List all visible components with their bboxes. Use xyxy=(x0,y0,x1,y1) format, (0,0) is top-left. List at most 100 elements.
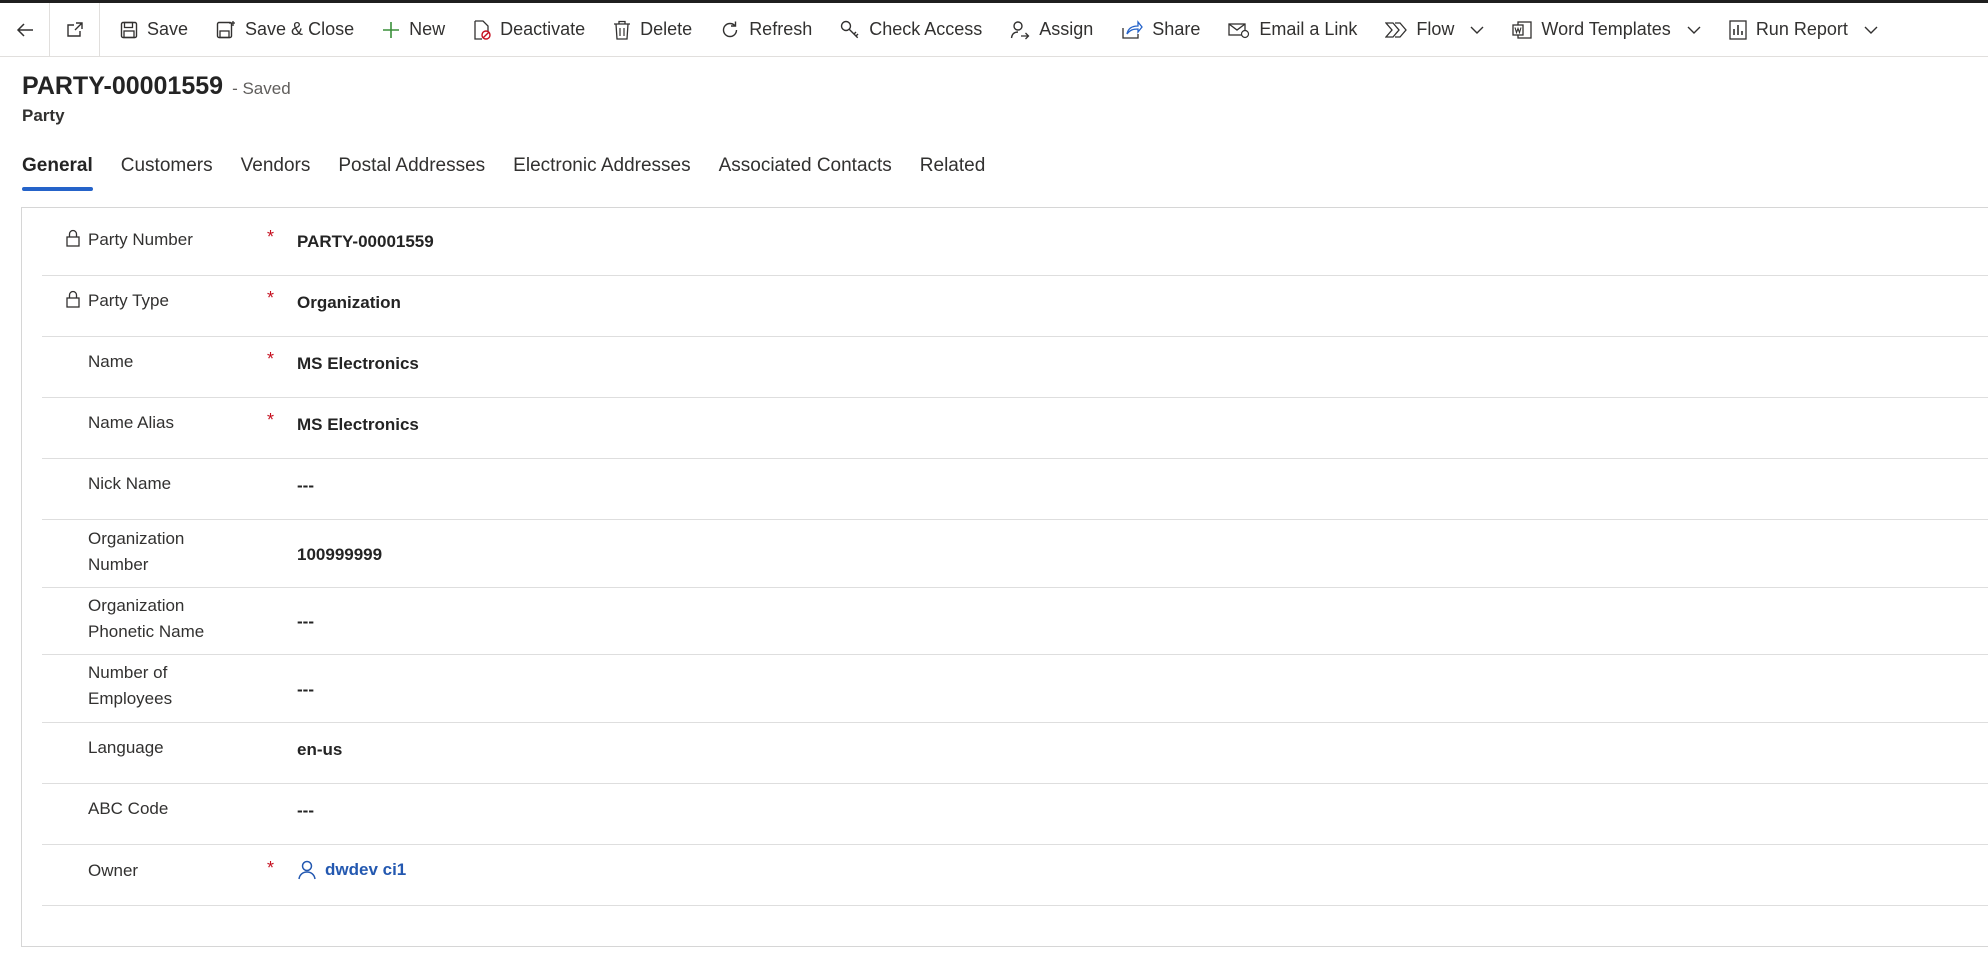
plus-icon xyxy=(383,21,400,38)
field-label: Party Number xyxy=(88,230,193,249)
share-label: Share xyxy=(1152,19,1201,39)
email-link-label: Email a Link xyxy=(1259,19,1358,39)
run-report-button[interactable]: Run Report xyxy=(1715,3,1892,56)
field-row-name-alias: Name Alias * MS Electronics xyxy=(42,398,1988,459)
required-indicator: * xyxy=(267,227,275,247)
number-of-employees-field[interactable]: --- xyxy=(297,680,314,700)
language-field[interactable]: en-us xyxy=(297,740,342,760)
share-icon xyxy=(1122,19,1144,39)
name-alias-field[interactable]: MS Electronics xyxy=(297,415,419,435)
field-label: Language xyxy=(88,738,164,757)
tab-customers[interactable]: Customers xyxy=(121,155,213,191)
save-button[interactable]: Save xyxy=(106,3,202,56)
tab-associated-contacts[interactable]: Associated Contacts xyxy=(719,155,892,191)
word-icon xyxy=(1512,20,1533,39)
deactivate-icon xyxy=(474,19,491,40)
popout-icon xyxy=(66,21,83,37)
page-title: PARTY-00001559 xyxy=(22,72,224,100)
assign-label: Assign xyxy=(1039,19,1094,39)
field-label: Owner xyxy=(88,861,139,880)
email-link-button[interactable]: Email a Link xyxy=(1214,3,1371,56)
party-number-field[interactable]: PARTY-00001559 xyxy=(297,232,434,252)
refresh-icon xyxy=(722,21,738,37)
field-label: Name Alias xyxy=(88,413,174,432)
assign-user-icon xyxy=(1011,20,1030,39)
required-indicator: * xyxy=(267,410,275,430)
record-header: PARTY-00001559 - Saved Party xyxy=(22,72,291,126)
tab-related[interactable]: Related xyxy=(920,155,986,191)
trash-icon xyxy=(614,20,631,40)
field-label: Nick Name xyxy=(88,474,172,493)
refresh-button[interactable]: Refresh xyxy=(706,3,826,56)
tab-vendors[interactable]: Vendors xyxy=(241,155,311,191)
new-label: New xyxy=(409,19,446,39)
lock-icon xyxy=(66,290,80,308)
chevron-down-icon[interactable] xyxy=(1687,25,1701,35)
share-button[interactable]: Share xyxy=(1107,3,1214,56)
save-icon xyxy=(120,21,138,38)
field-row-name: Name * MS Electronics xyxy=(42,337,1988,398)
required-indicator: * xyxy=(267,288,275,308)
field-label: Name xyxy=(88,352,134,371)
word-templates-button[interactable]: Word Templates xyxy=(1498,3,1714,56)
field-row-party-number: Party Number * PARTY-00001559 xyxy=(42,208,1988,276)
tab-general[interactable]: General xyxy=(22,155,93,191)
party-type-field[interactable]: Organization xyxy=(297,293,401,313)
check-access-label: Check Access xyxy=(869,19,983,39)
save-status: - Saved xyxy=(232,79,291,98)
field-row-nick-name: Nick Name --- xyxy=(42,459,1988,520)
field-row-party-type: Party Type * Organization xyxy=(42,276,1988,337)
delete-button[interactable]: Delete xyxy=(599,3,706,56)
tab-electronic-addresses[interactable]: Electronic Addresses xyxy=(513,155,690,191)
save-close-button[interactable]: Save & Close xyxy=(202,3,368,56)
field-label: Organization Number xyxy=(88,529,185,574)
chevron-down-icon[interactable] xyxy=(1864,25,1878,35)
check-access-button[interactable]: Check Access xyxy=(826,3,996,56)
field-row-language: Language en-us xyxy=(42,723,1988,784)
tab-postal-addresses[interactable]: Postal Addresses xyxy=(338,155,485,191)
lock-icon xyxy=(66,229,80,247)
field-row-abc-code: ABC Code --- xyxy=(42,784,1988,845)
abc-code-field[interactable]: --- xyxy=(297,801,314,821)
organization-number-field[interactable]: 100999999 xyxy=(297,545,382,565)
required-indicator: * xyxy=(267,858,275,878)
delete-label: Delete xyxy=(640,19,693,39)
assign-button[interactable]: Assign xyxy=(996,3,1107,56)
flow-icon xyxy=(1385,21,1408,38)
word-templates-label: Word Templates xyxy=(1541,19,1671,39)
user-icon xyxy=(298,860,316,880)
nick-name-field[interactable]: --- xyxy=(297,476,314,496)
field-label: Number of Employees xyxy=(88,663,173,708)
save-close-label: Save & Close xyxy=(245,19,355,39)
run-report-label: Run Report xyxy=(1755,19,1848,39)
deactivate-label: Deactivate xyxy=(500,19,586,39)
field-label: ABC Code xyxy=(88,799,169,818)
field-row-organization-number: Organization Number 100999999 xyxy=(42,520,1988,588)
field-row-number-of-employees: Number of Employees --- xyxy=(42,655,1988,723)
deactivate-button[interactable]: Deactivate xyxy=(459,3,599,56)
field-row-organization-phonetic-name: Organization Phonetic Name --- xyxy=(42,588,1988,655)
field-row-owner: Owner * dwdev ci1 xyxy=(42,845,1988,906)
save-label: Save xyxy=(147,19,189,39)
chevron-down-icon[interactable] xyxy=(1470,25,1484,35)
command-bar: Save Save & Close New Deactivate Delete … xyxy=(0,3,1988,57)
key-icon xyxy=(841,20,859,38)
flow-button[interactable]: Flow xyxy=(1371,3,1498,56)
back-button[interactable] xyxy=(0,3,50,56)
owner-lookup-link[interactable]: dwdev ci1 xyxy=(297,860,406,880)
email-link-icon xyxy=(1228,22,1250,38)
back-arrow-icon xyxy=(16,22,33,37)
organization-phonetic-name-field[interactable]: --- xyxy=(297,612,314,632)
refresh-label: Refresh xyxy=(749,19,813,39)
save-close-icon xyxy=(216,20,236,38)
owner-name: dwdev ci1 xyxy=(325,860,407,879)
name-field[interactable]: MS Electronics xyxy=(297,354,419,374)
new-button[interactable]: New xyxy=(368,3,459,56)
field-label: Party Type xyxy=(88,291,169,310)
form-tabs: General Customers Vendors Postal Address… xyxy=(22,155,1013,191)
field-label: Organization Phonetic Name xyxy=(88,596,205,641)
required-indicator: * xyxy=(267,349,275,369)
report-icon xyxy=(1729,19,1747,40)
entity-name: Party xyxy=(22,106,65,125)
open-new-window-button[interactable] xyxy=(50,3,100,56)
